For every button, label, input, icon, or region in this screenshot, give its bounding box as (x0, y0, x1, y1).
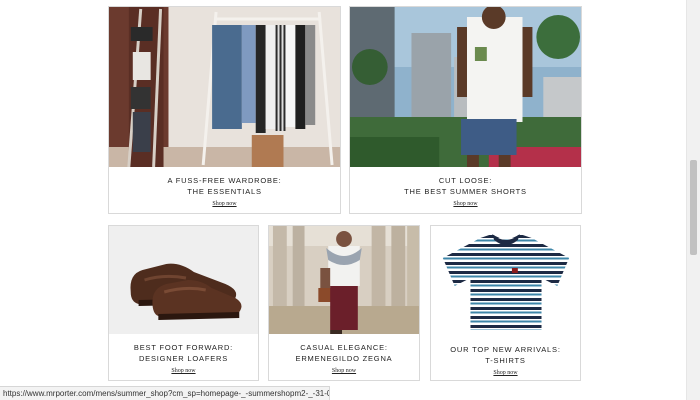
promo-image-loafers[interactable] (109, 226, 258, 334)
promo-image-tshirt[interactable] (431, 226, 580, 336)
promo-title-line1: CUT LOOSE: (438, 176, 493, 185)
shop-now-link[interactable]: Shop now (212, 199, 236, 210)
promo-image-shorts[interactable] (350, 7, 581, 167)
promo-card-loafers[interactable]: BEST FOOT FORWARD: DESIGNER LOAFERS Shop… (108, 225, 259, 381)
promo-title-line2: T-SHIRTS (485, 356, 526, 365)
promo-card-shorts[interactable]: CUT LOOSE: THE BEST SUMMER SHORTS Shop n… (349, 6, 582, 214)
promo-image-zegna[interactable] (269, 226, 419, 334)
promo-title-line2: ERMENEGILDO ZEGNA (295, 354, 393, 363)
promo-card-tshirts[interactable]: OUR TOP NEW ARRIVALS: T-SHIRTS Shop now (430, 225, 581, 381)
shop-now-link[interactable]: Shop now (171, 366, 195, 377)
status-bar-url: https://www.mrporter.com/mens/summer_sho… (0, 386, 330, 400)
shop-now-link[interactable]: Shop now (493, 368, 517, 379)
promo-caption: CUT LOOSE: THE BEST SUMMER SHORTS Shop n… (350, 175, 581, 210)
promo-title-line2: THE ESSENTIALS (187, 187, 262, 196)
shop-now-link[interactable]: Shop now (332, 366, 356, 377)
promo-caption: BEST FOOT FORWARD: DESIGNER LOAFERS Shop… (109, 342, 258, 377)
promo-title-line1: A FUSS-FREE WARDROBE: (167, 176, 282, 185)
promo-title-line2: THE BEST SUMMER SHORTS (404, 187, 527, 196)
page: A FUSS-FREE WARDROBE: THE ESSENTIALS Sho… (0, 0, 700, 400)
promo-caption: A FUSS-FREE WARDROBE: THE ESSENTIALS Sho… (109, 175, 340, 210)
promo-title-line2: DESIGNER LOAFERS (138, 354, 229, 363)
promo-image-wardrobe[interactable] (109, 7, 340, 167)
scrollbar-thumb[interactable] (690, 160, 697, 255)
promo-card-zegna[interactable]: CASUAL ELEGANCE: ERMENEGILDO ZEGNA Shop … (268, 225, 420, 381)
promo-title-line1: OUR TOP NEW ARRIVALS: (450, 345, 561, 354)
promo-caption: CASUAL ELEGANCE: ERMENEGILDO ZEGNA Shop … (269, 342, 419, 377)
promo-title-line1: CASUAL ELEGANCE: (300, 343, 388, 352)
promo-title-line1: BEST FOOT FORWARD: (133, 343, 234, 352)
shop-now-link[interactable]: Shop now (453, 199, 477, 210)
vertical-scrollbar[interactable] (686, 0, 700, 400)
promo-caption: OUR TOP NEW ARRIVALS: T-SHIRTS Shop now (431, 344, 580, 379)
promo-card-essentials[interactable]: A FUSS-FREE WARDROBE: THE ESSENTIALS Sho… (108, 6, 341, 214)
